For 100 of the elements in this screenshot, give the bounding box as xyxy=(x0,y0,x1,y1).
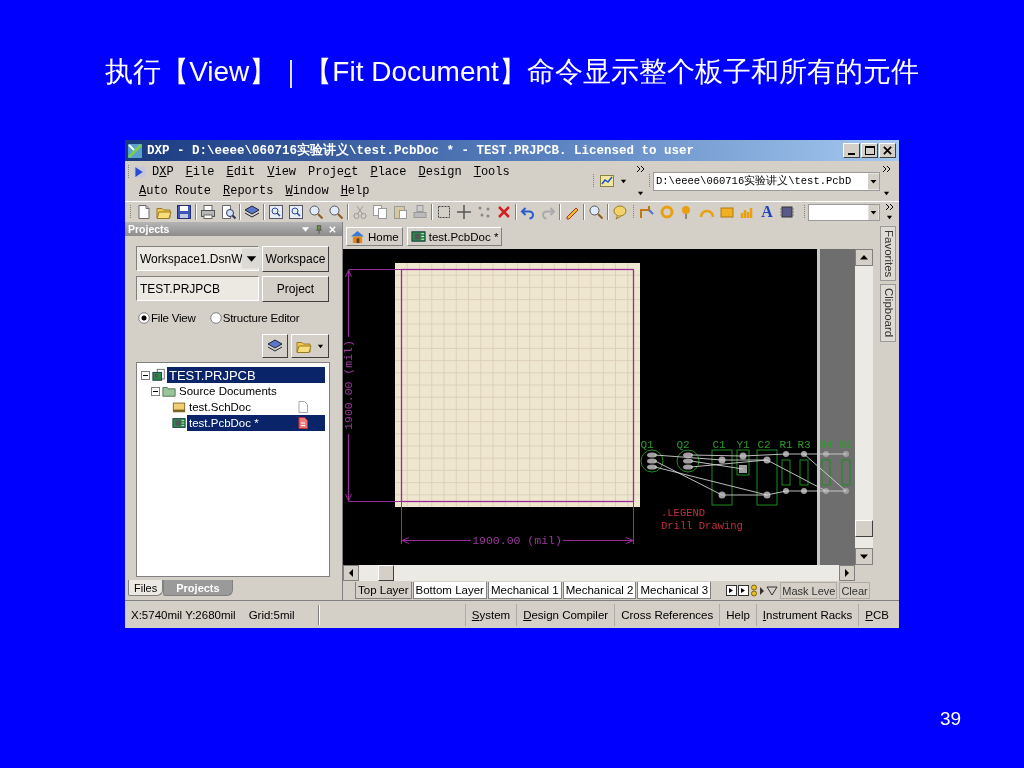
panel-button[interactable]: PCB xyxy=(858,603,895,626)
chevron-icon[interactable] xyxy=(881,165,891,173)
panel-title: Projects xyxy=(128,223,171,235)
close-icon[interactable] xyxy=(328,224,337,234)
layer-button[interactable]: Clear xyxy=(839,582,870,599)
move-cross-icon[interactable] xyxy=(456,204,472,220)
page-magnifier-icon[interactable] xyxy=(220,204,236,220)
designator-label: R2 xyxy=(839,439,853,451)
maximize-button[interactable] xyxy=(861,143,878,158)
chart-icon[interactable] xyxy=(599,173,615,189)
layer-tab[interactable]: Mechanical 2 xyxy=(562,582,637,599)
folder-button[interactable] xyxy=(291,334,329,358)
grip-icon[interactable] xyxy=(592,173,595,189)
layer-button[interactable]: Mask Leve xyxy=(780,582,838,599)
layer-tab[interactable]: Mechanical 3 xyxy=(637,582,712,599)
grip-icon[interactable] xyxy=(129,204,132,220)
tree-item[interactable]: test.SchDoc xyxy=(187,399,325,415)
tree-item[interactable]: test.PcbDoc * xyxy=(187,415,325,431)
resistor-footprint xyxy=(821,451,831,494)
radio-button[interactable] xyxy=(138,312,150,324)
panel-tab[interactable]: Files xyxy=(128,580,164,596)
caret-icon[interactable] xyxy=(885,214,893,221)
menu-item[interactable]: File xyxy=(179,163,221,180)
side-tab[interactable]: Clipboard xyxy=(879,284,896,342)
workspace-button[interactable]: Workspace xyxy=(262,246,329,272)
arrow-tile-icon[interactable] xyxy=(133,164,146,179)
grip-icon[interactable] xyxy=(648,173,651,189)
crystal-footprint xyxy=(736,449,750,476)
cursor-coordinates: X:5740mil Y:2680mil xyxy=(131,608,236,621)
menu-item[interactable]: Reports xyxy=(217,182,280,199)
document-tab[interactable]: Home xyxy=(346,227,403,246)
caret-right-icon[interactable] xyxy=(759,584,766,597)
project-button[interactable]: Project xyxy=(262,276,329,302)
menu-item[interactable]: Place xyxy=(364,163,413,180)
radio-label: Structure Editor xyxy=(222,312,300,324)
printer-icon[interactable] xyxy=(200,204,216,220)
menu-item[interactable]: Design xyxy=(412,163,468,180)
menu-item[interactable]: Project xyxy=(302,163,365,180)
document-tab[interactable]: test.PcbDoc * xyxy=(406,227,503,246)
menu-item[interactable]: Auto Route xyxy=(133,182,217,199)
grip-icon[interactable] xyxy=(127,163,130,180)
dropdown-field[interactable] xyxy=(808,203,880,221)
side-tab[interactable]: Favorites xyxy=(879,226,896,282)
scrollbar-thumb[interactable] xyxy=(378,565,394,581)
pcb-canvas[interactable]: Q1 Q2 C1 Y1 C2 R1 R3 R4 R2 .LEGEND Drill Drawing 1900.00 (mil) 1900.00 (mil) xyxy=(343,249,855,565)
minus-box-icon[interactable] xyxy=(141,370,150,380)
layer-tab[interactable]: Top Layer xyxy=(355,582,412,599)
selection-rectangle-icon[interactable] xyxy=(436,204,452,220)
dots-icon[interactable] xyxy=(476,204,492,220)
zoom-frame-icon[interactable] xyxy=(268,204,284,220)
caret-icon[interactable] xyxy=(882,190,890,197)
page-number: 39 xyxy=(940,708,962,730)
menu-item[interactable]: Tools xyxy=(467,163,516,180)
scrollbar-thumb[interactable] xyxy=(855,520,873,537)
menu-item[interactable]: DXP xyxy=(146,163,180,180)
panel-button[interactable]: Design Compiler xyxy=(516,603,615,626)
arrow-down-icon[interactable] xyxy=(855,548,873,565)
magnifier-icon[interactable] xyxy=(588,204,604,220)
tree-item[interactable]: TEST.PRJPCB xyxy=(167,367,325,383)
panel-button[interactable]: Instrument Racks xyxy=(755,603,859,626)
zoom-frame-icon[interactable] xyxy=(288,204,304,220)
layer-tab[interactable]: Bottom Layer xyxy=(412,582,487,599)
radio-button[interactable] xyxy=(209,312,222,324)
magnifier-icon[interactable] xyxy=(308,204,324,220)
arrow-left-icon[interactable] xyxy=(343,565,359,581)
cross-mark-icon[interactable] xyxy=(496,204,512,220)
tree-item[interactable]: Source Documents xyxy=(177,383,325,399)
panel-button[interactable]: Help xyxy=(719,603,756,626)
chevron-icon[interactable] xyxy=(635,165,645,173)
panel-button[interactable]: Cross References xyxy=(614,603,720,626)
chip-icon[interactable] xyxy=(779,204,795,220)
arrow-right-icon[interactable] xyxy=(839,565,855,581)
new-document-icon[interactable] xyxy=(136,204,152,220)
minus-box-icon[interactable] xyxy=(151,386,160,396)
arrow-up-icon[interactable] xyxy=(855,249,873,266)
workspace-dropdown[interactable]: Workspace1.DsnW xyxy=(136,246,259,271)
menu-item[interactable]: View xyxy=(261,163,303,180)
menu-item[interactable]: Edit xyxy=(220,163,262,180)
project-field[interactable]: TEST.PRJPCB xyxy=(136,276,259,301)
caret-icon[interactable] xyxy=(620,177,627,185)
polyline-icon[interactable] xyxy=(639,204,655,220)
funnel-icon[interactable] xyxy=(766,584,779,597)
stack-button[interactable] xyxy=(262,334,288,358)
paste-icon[interactable] xyxy=(392,204,408,220)
path-field[interactable]: D:\eeee\060716实验讲义\test.PcbD xyxy=(653,171,880,191)
layer-stack-icon[interactable] xyxy=(244,204,260,220)
chevron-icon[interactable] xyxy=(884,203,894,211)
layer-tab[interactable]: Mechanical 1 xyxy=(487,582,562,599)
grip-icon[interactable] xyxy=(803,204,806,220)
menu-item[interactable]: Window xyxy=(279,182,335,199)
menu-item[interactable]: Help xyxy=(334,182,376,199)
minimize-button[interactable] xyxy=(843,143,860,158)
panel-button[interactable]: System xyxy=(464,603,517,626)
caret-icon[interactable] xyxy=(636,190,644,197)
magnifier-icon[interactable] xyxy=(328,204,344,220)
pin-icon[interactable] xyxy=(314,223,324,235)
close-button[interactable] xyxy=(879,143,896,158)
grip-icon[interactable] xyxy=(632,204,635,220)
text-tool-button[interactable]: A xyxy=(759,204,775,220)
copy-icon[interactable] xyxy=(372,204,388,220)
